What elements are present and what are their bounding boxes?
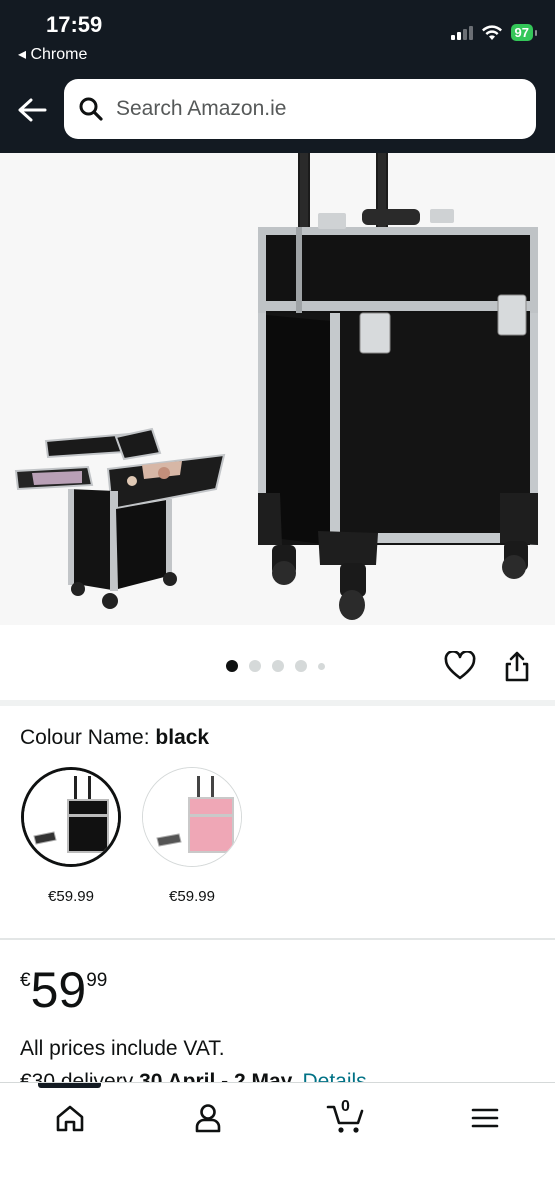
colour-selected-value: black: [155, 726, 210, 749]
wishlist-heart-icon[interactable]: [444, 650, 476, 686]
status-time: 17:59: [46, 12, 103, 37]
image-dot-more[interactable]: [318, 662, 325, 670]
cellular-signal-icon: [450, 25, 473, 40]
nav-menu[interactable]: [465, 1100, 505, 1136]
nav-home[interactable]: [50, 1100, 90, 1136]
share-icon[interactable]: [503, 650, 531, 689]
price-fraction: 99: [86, 970, 108, 991]
home-icon: [56, 1105, 84, 1132]
nav-cart[interactable]: 0: [326, 1098, 366, 1136]
image-dot-1[interactable]: [226, 660, 238, 672]
price-currency: €: [20, 970, 31, 991]
active-tab-indicator: [38, 1083, 101, 1088]
black-case-thumbnail: [24, 770, 118, 864]
colour-swatch-black[interactable]: [21, 767, 121, 867]
colour-name-label: Colour Name: black: [20, 726, 209, 750]
pink-case-thumbnail: [143, 768, 241, 866]
vat-note: All prices include VAT.: [20, 1037, 225, 1060]
account-icon: [195, 1104, 221, 1133]
image-pagination-dots[interactable]: [226, 660, 325, 672]
image-dot-4[interactable]: [295, 660, 307, 672]
section-divider: [0, 700, 555, 706]
pink-swatch-price: €59.99: [169, 888, 215, 905]
image-dot-2[interactable]: [249, 660, 261, 672]
status-indicators: 97: [450, 24, 538, 41]
nav-account[interactable]: [188, 1100, 228, 1136]
product-image: [14, 153, 538, 620]
product-image-gallery[interactable]: [0, 153, 555, 625]
colour-label-text: Colour Name:: [20, 726, 150, 749]
search-input[interactable]: Search Amazon.ie: [64, 79, 536, 139]
colour-swatch-pink[interactable]: [142, 767, 242, 867]
cart-count-badge: 0: [341, 1098, 350, 1115]
search-icon: [79, 97, 103, 121]
menu-icon: [471, 1108, 499, 1128]
back-to-chrome-link[interactable]: ◂ Chrome: [18, 44, 87, 64]
search-placeholder: Search Amazon.ie: [116, 97, 287, 120]
image-dot-3[interactable]: [272, 660, 284, 672]
back-arrow-icon[interactable]: [16, 92, 48, 128]
top-header: 17:59 ◂ Chrome 97 Search Amazon.ie: [0, 0, 555, 153]
product-price: € 59 99: [20, 962, 107, 1018]
battery-indicator: 97: [510, 24, 538, 41]
black-swatch-price: €59.99: [48, 888, 94, 905]
price-whole: 59: [30, 962, 87, 1018]
section-divider-2: [0, 938, 555, 940]
wifi-icon: [481, 24, 502, 40]
